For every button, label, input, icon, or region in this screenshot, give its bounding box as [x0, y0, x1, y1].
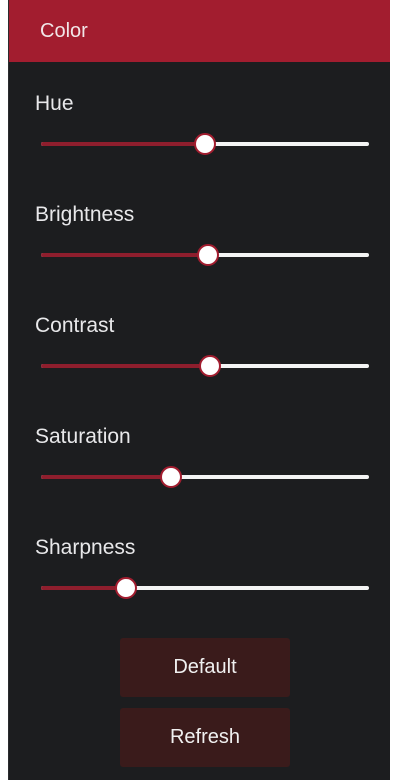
- sharpness-slider[interactable]: [41, 577, 369, 599]
- contrast-slider[interactable]: [41, 355, 369, 377]
- brightness-label: Brightness: [35, 203, 135, 226]
- contrast-slider-fill: [41, 364, 210, 368]
- color-settings-panel: Color Hue Brightness Contrast Saturation…: [8, 0, 390, 780]
- default-button[interactable]: Default: [120, 638, 290, 697]
- hue-slider-fill: [41, 142, 205, 146]
- hue-slider[interactable]: [41, 133, 369, 155]
- sharpness-slider-fill: [41, 586, 127, 590]
- hue-slider-thumb[interactable]: [194, 133, 216, 155]
- sharpness-slider-thumb[interactable]: [115, 577, 138, 599]
- panel-header: Color: [9, 0, 390, 62]
- sharpness-label: Sharpness: [35, 536, 136, 559]
- panel-title: Color: [40, 19, 88, 42]
- refresh-button[interactable]: Refresh: [120, 708, 290, 767]
- saturation-slider-thumb[interactable]: [159, 466, 182, 488]
- brightness-slider[interactable]: [41, 244, 369, 266]
- hue-label: Hue: [35, 92, 74, 115]
- saturation-slider[interactable]: [41, 466, 369, 488]
- brightness-slider-thumb[interactable]: [197, 244, 220, 266]
- contrast-label: Contrast: [35, 314, 115, 337]
- saturation-label: Saturation: [35, 425, 131, 448]
- brightness-slider-fill: [41, 253, 209, 257]
- saturation-slider-fill: [41, 475, 171, 479]
- contrast-slider-thumb[interactable]: [198, 355, 221, 377]
